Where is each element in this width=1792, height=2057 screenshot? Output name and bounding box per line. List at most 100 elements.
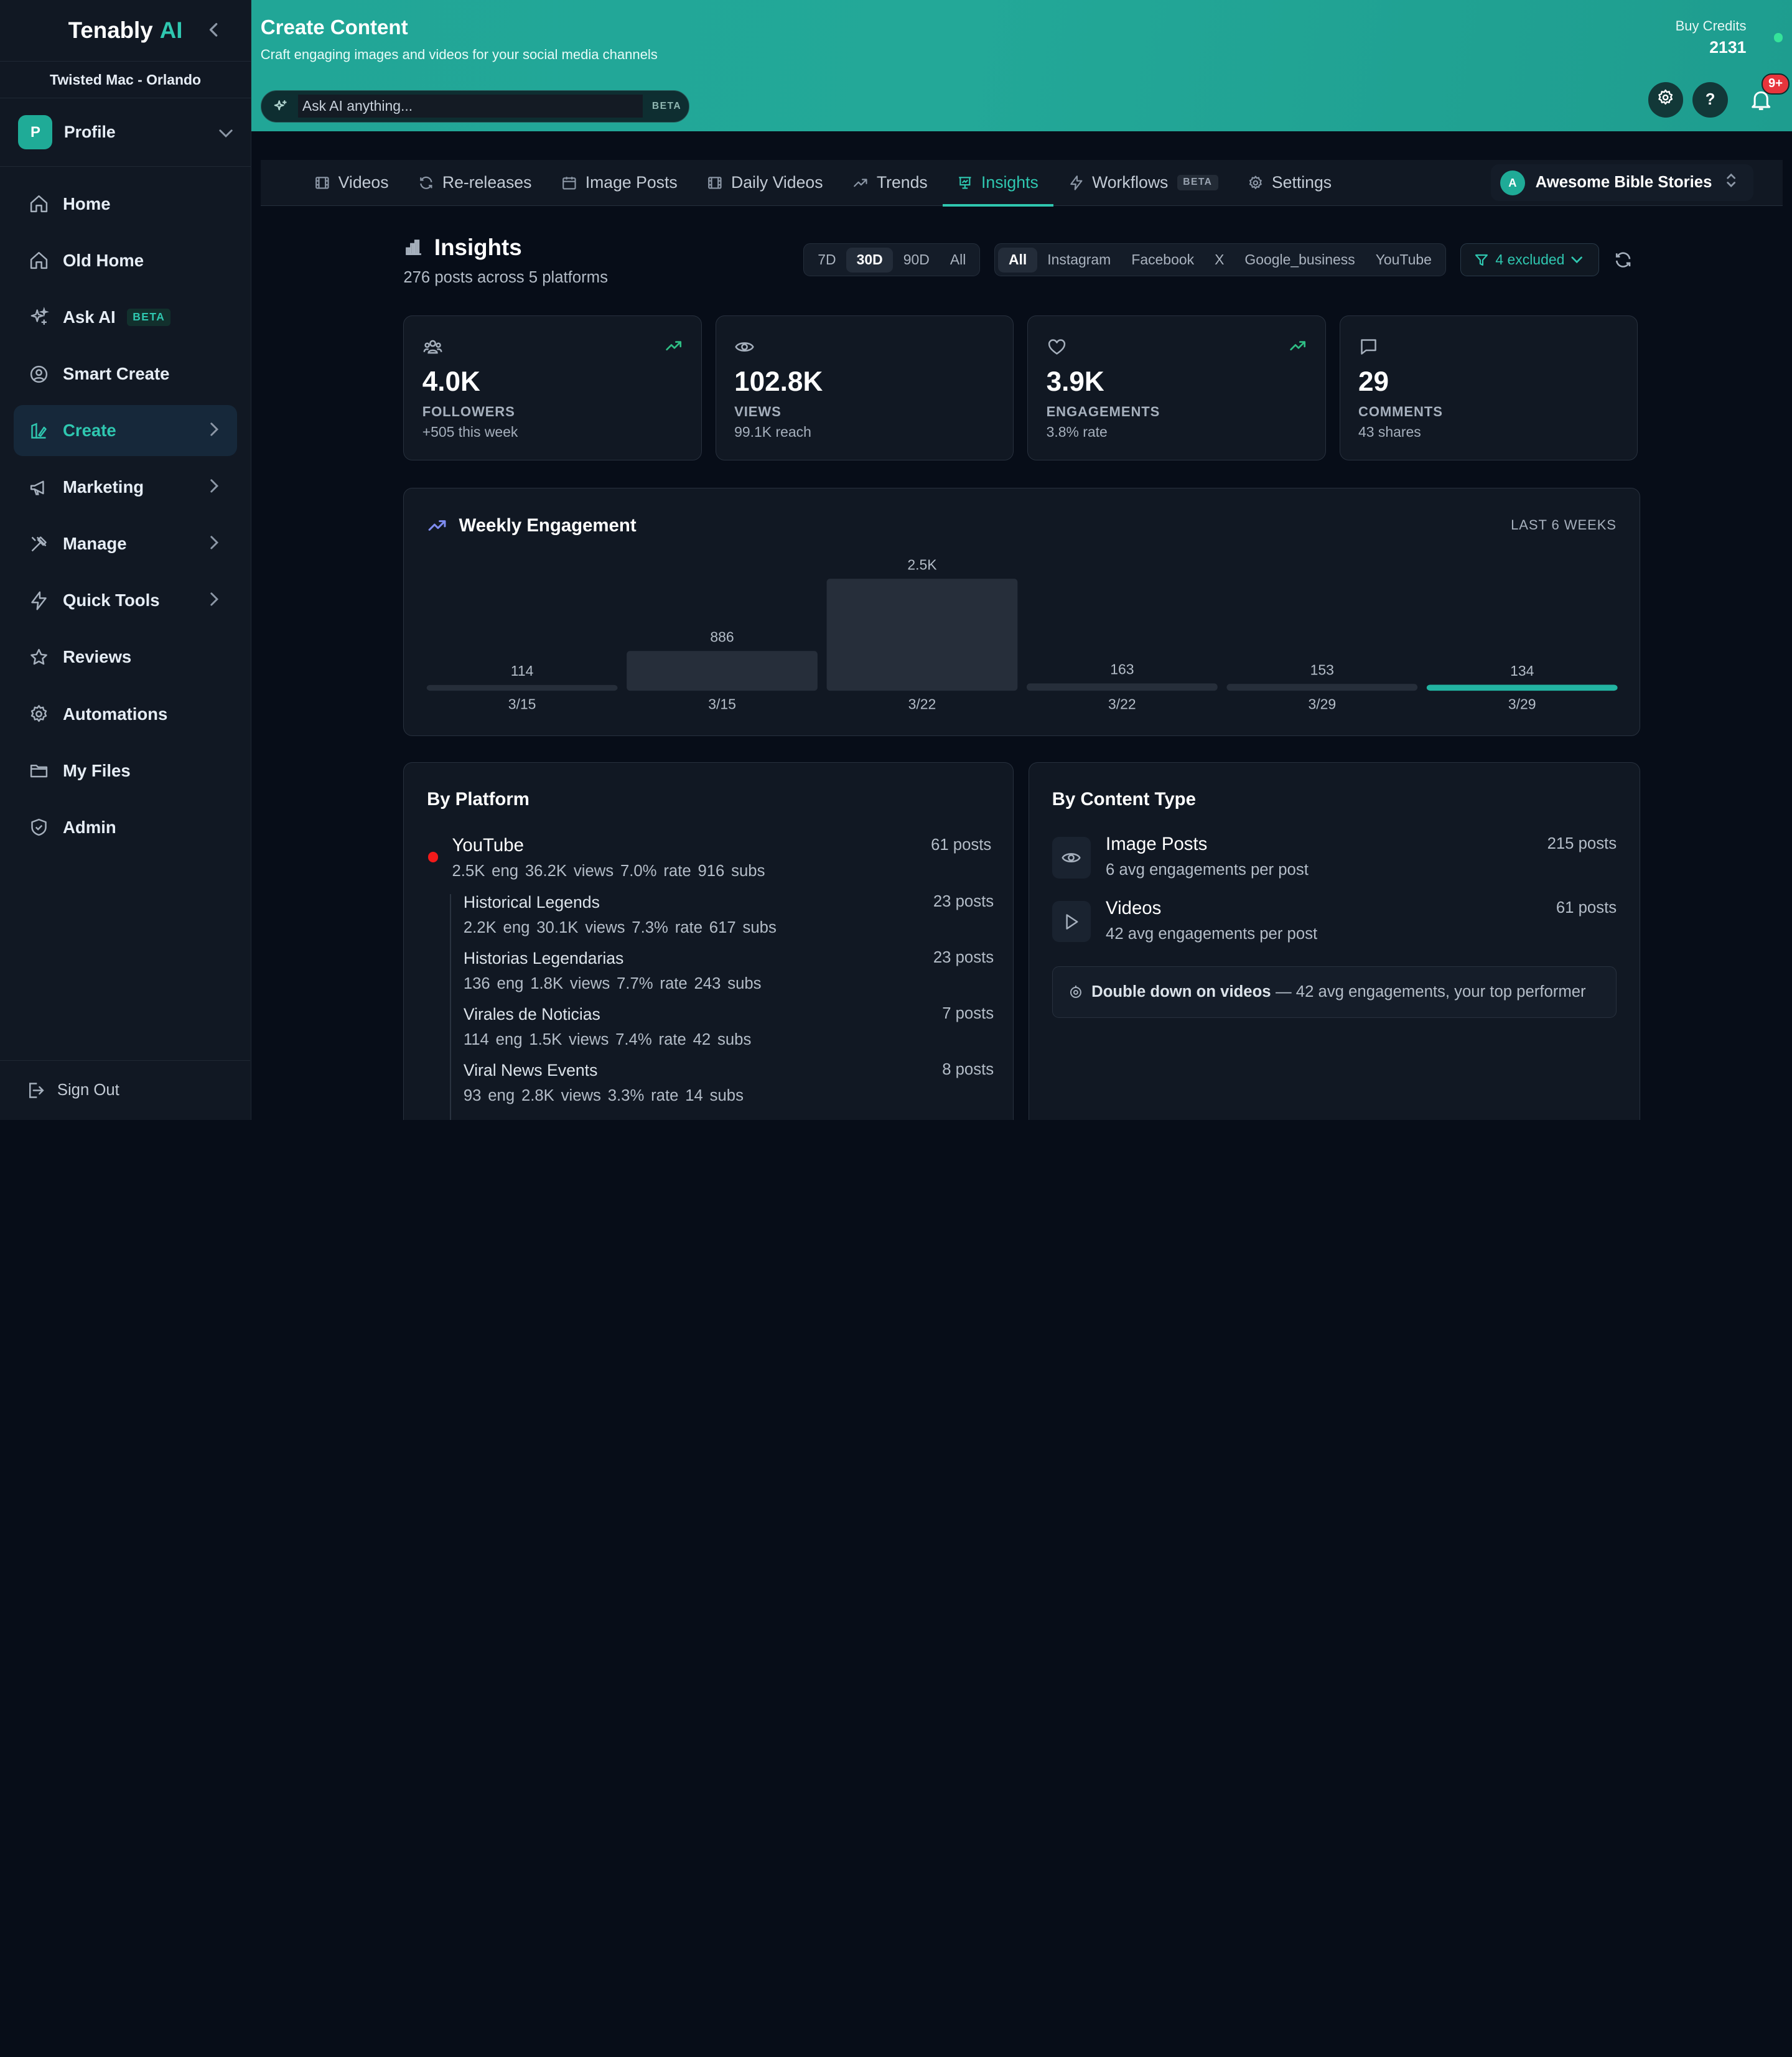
chart-bar xyxy=(826,579,1018,691)
chart-value-label: 134 xyxy=(1510,663,1534,679)
chart-bar xyxy=(627,651,818,691)
ask-ai-bar[interactable]: BETA xyxy=(260,90,689,123)
stat-card-comments: 29 COMMENTS 43 shares xyxy=(1339,315,1638,461)
tab-label: Trends xyxy=(876,172,928,192)
tab-videos[interactable]: Videos xyxy=(299,160,403,205)
calendar-icon xyxy=(561,175,577,191)
sidebar-item-marketing[interactable]: Marketing xyxy=(14,462,237,513)
tab-insights[interactable]: Insights xyxy=(942,160,1053,207)
sidebar-item-admin[interactable]: Admin xyxy=(14,801,237,853)
sidebar-item-ask-ai[interactable]: Ask AI BETA xyxy=(14,292,237,343)
chart-bar xyxy=(1027,683,1218,691)
insights-title: Insights xyxy=(434,234,522,260)
avatar: P xyxy=(18,114,53,150)
refresh-button[interactable] xyxy=(1613,250,1633,269)
channel-row-name: Virales de Noticias xyxy=(463,1005,600,1024)
chart-value-label: 114 xyxy=(511,663,534,679)
channel-row-posts: 7 posts xyxy=(942,1005,994,1023)
credits-label: Buy Credits xyxy=(1675,18,1747,34)
tab-image-posts[interactable]: Image Posts xyxy=(546,160,692,205)
time-range-7d[interactable]: 7D xyxy=(808,248,846,273)
content-type-name: Image Posts xyxy=(1106,833,1208,854)
sidebar-item-smart-create[interactable]: Smart Create xyxy=(14,348,237,400)
stat-card-engagements: 3.9K ENGAGEMENTS 3.8% rate xyxy=(1027,315,1326,461)
by-platform-title: By Platform xyxy=(427,789,530,810)
sign-out-button[interactable]: Sign Out xyxy=(0,1060,251,1120)
excluded-filter-button[interactable]: 4 excluded xyxy=(1460,243,1599,277)
sidebar-item-label: Manage xyxy=(62,534,127,554)
filter-icon xyxy=(1474,253,1489,268)
time-range-all[interactable]: All xyxy=(940,248,976,273)
create-icon xyxy=(27,419,50,442)
channel-avatar: A xyxy=(1500,170,1526,196)
profile-label: Profile xyxy=(63,123,116,142)
chart-category-label: 3/22 xyxy=(908,696,936,712)
tab-label: Settings xyxy=(1271,172,1332,192)
channel-row: Viral News Events 93 eng 2.8K views 3.3%… xyxy=(464,1061,994,1105)
profile-selector[interactable]: P Profile xyxy=(0,98,251,167)
collapse-sidebar-icon[interactable] xyxy=(203,18,226,41)
settings-button[interactable] xyxy=(1648,82,1684,118)
stat-card-followers: 4.0K FOLLOWERS +505 this week xyxy=(403,315,702,461)
chevron-up-down-icon xyxy=(1725,172,1737,194)
channel-selector[interactable]: A Awesome Bible Stories xyxy=(1491,164,1753,202)
insights-heading: Insights xyxy=(403,234,522,261)
channel-row-stats: 93 eng 2.8K views 3.3% rate 14 subs xyxy=(463,1087,744,1105)
sidebar-item-my-files[interactable]: My Files xyxy=(14,745,237,796)
sidebar-item-label: Admin xyxy=(62,817,116,837)
chart-value-label: 163 xyxy=(1111,661,1134,678)
tab-trends[interactable]: Trends xyxy=(838,160,942,205)
sidebar-item-manage[interactable]: Manage xyxy=(14,518,237,570)
content-type-row-videos: Videos 42 avg engagements per post 61 po… xyxy=(1052,898,1617,946)
page-subtitle: Craft engaging images and videos for you… xyxy=(260,47,658,63)
filter-label: 4 excluded xyxy=(1495,251,1565,268)
tab-label: Daily Videos xyxy=(731,172,823,192)
notification-count-badge: 9+ xyxy=(1761,73,1790,95)
time-range-90d[interactable]: 90D xyxy=(893,248,940,273)
gear-icon xyxy=(1656,88,1674,111)
sidebar-item-home[interactable]: Home xyxy=(14,178,237,230)
platform-all[interactable]: All xyxy=(998,247,1037,273)
time-range-30d[interactable]: 30D xyxy=(846,247,894,273)
help-button[interactable]: ? xyxy=(1692,82,1729,118)
buy-credits-button[interactable]: Buy Credits 2131 xyxy=(1676,18,1747,57)
channel-name: Awesome Bible Stories xyxy=(1535,174,1712,192)
sign-out-label: Sign Out xyxy=(57,1081,119,1099)
sidebar-nav: Home Old Home Ask AI BETA Smart Create C… xyxy=(0,167,251,853)
org-name[interactable]: Twisted Mac - Orlando xyxy=(0,62,251,98)
sidebar-item-create[interactable]: Create xyxy=(14,404,238,457)
sign-out-icon xyxy=(25,1080,45,1101)
bolt-icon xyxy=(27,589,50,612)
tab-label: Image Posts xyxy=(585,172,678,192)
sidebar-item-old-home[interactable]: Old Home xyxy=(14,235,237,287)
credits-value: 2131 xyxy=(1709,37,1747,57)
tab-workflows[interactable]: Workflows BETA xyxy=(1053,160,1233,205)
tab-label: Re-releases xyxy=(442,172,532,192)
home-icon xyxy=(27,192,50,215)
ask-ai-input[interactable] xyxy=(297,95,643,118)
sidebar-item-automations[interactable]: Automations xyxy=(14,688,237,740)
chevron-down-icon xyxy=(219,122,233,143)
tab-settings[interactable]: Settings xyxy=(1233,160,1346,205)
sidebar-item-quick-tools[interactable]: Quick Tools xyxy=(14,575,237,627)
sidebar-item-label: Home xyxy=(62,194,111,213)
platform-youtube[interactable]: YouTube xyxy=(1365,248,1442,273)
platform-instagram[interactable]: Instagram xyxy=(1037,248,1121,273)
sidebar-item-label: Create xyxy=(62,421,116,441)
tools-icon xyxy=(27,533,50,556)
platform-google-business[interactable]: Google_business xyxy=(1234,248,1365,273)
weekly-engagement-card: Weekly Engagement LAST 6 WEEKS 114 3/15 88… xyxy=(403,488,1640,736)
sidebar-item-reviews[interactable]: Reviews xyxy=(14,632,237,683)
folder-icon xyxy=(27,759,50,782)
platform-facebook[interactable]: Facebook xyxy=(1121,248,1205,273)
chart-bar xyxy=(1427,684,1618,691)
platform-x[interactable]: X xyxy=(1205,248,1234,273)
by-content-type-card: By Content Type Image Posts 6 avg engage… xyxy=(1029,762,1640,1120)
chart-category-label: 3/15 xyxy=(508,696,536,712)
heart-icon xyxy=(1047,337,1067,357)
chart-category-label: 3/29 xyxy=(1309,696,1337,712)
tab-re-releases[interactable]: Re-releases xyxy=(403,160,546,205)
trending-up-icon xyxy=(1289,337,1307,355)
tab-daily-videos[interactable]: Daily Videos xyxy=(693,160,838,205)
eye-icon xyxy=(734,337,755,357)
